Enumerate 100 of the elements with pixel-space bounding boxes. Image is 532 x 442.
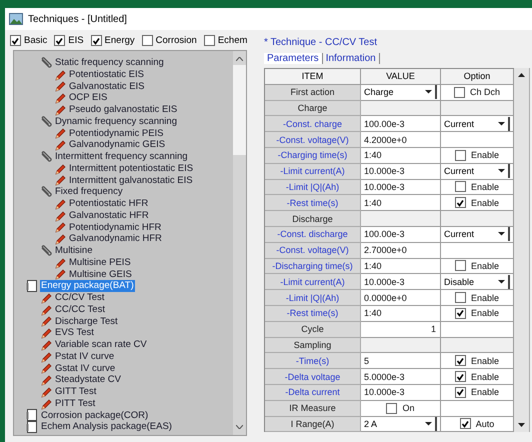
tree-item[interactable]: Potentiodynamic HFR — [68, 222, 162, 234]
tree-item[interactable]: Potentiostatic EIS — [68, 68, 145, 80]
checkbox[interactable] — [454, 371, 466, 382]
tree-item[interactable]: Multisine GEIS — [68, 268, 133, 280]
tree-item[interactable]: Galvanodynamic GEIS — [68, 139, 166, 151]
tree-item[interactable]: OCP EIS — [68, 92, 108, 104]
tree-item[interactable]: PITT Test — [54, 398, 96, 410]
checkbox[interactable] — [204, 35, 215, 46]
pencil-icon — [40, 304, 52, 316]
checkbox[interactable] — [454, 150, 466, 161]
tree-item[interactable]: Discharge Test — [54, 316, 119, 328]
checkbox[interactable] — [386, 402, 398, 414]
checkbox[interactable] — [454, 292, 466, 304]
value-text: 0.0000e+0 — [364, 292, 407, 303]
checkbox[interactable] — [454, 86, 465, 98]
checkbox[interactable] — [454, 355, 466, 366]
tree-item[interactable]: Dynamic frequency scanning — [54, 116, 178, 128]
checkbox-label: On — [402, 403, 414, 414]
option-dropdown[interactable]: Current — [444, 227, 510, 242]
tree-item[interactable]: Corrosion package(COR) — [40, 410, 150, 422]
parameter-label: -Delta current — [265, 384, 361, 401]
window-icon — [9, 13, 23, 25]
parameter-label: -Limit |Q|(Ah) — [265, 290, 361, 306]
tree-item[interactable]: Steadystate CV — [54, 374, 122, 386]
tree-item[interactable]: Galvanostatic EIS — [68, 80, 146, 92]
tree-item[interactable]: Echem Analysis package(EAS) — [40, 421, 173, 433]
tree-item[interactable]: Intermittent galvanostatic EIS — [68, 174, 194, 186]
tree-item[interactable]: Potentiodynamic PEIS — [68, 128, 165, 140]
pencil-icon — [40, 398, 52, 410]
paper-clip-icon — [40, 116, 52, 128]
checkbox[interactable] — [10, 35, 21, 46]
paper-clip-icon — [40, 150, 52, 163]
tree-item[interactable]: Pseudo galvanostatic EIS — [68, 104, 178, 116]
checkbox-label: Ch Dch — [470, 87, 500, 98]
pencil-icon — [40, 327, 52, 340]
tree-item[interactable]: Pstat IV curve — [54, 350, 116, 362]
checkbox-label: Enable — [470, 308, 500, 318]
tree-item[interactable]: Intermittent frequency scanning — [54, 151, 189, 163]
checkbox[interactable] — [460, 418, 471, 430]
scroll-bar[interactable] — [514, 68, 530, 432]
tree-item[interactable]: Galvanostatic HFR — [68, 210, 150, 222]
tree-item[interactable]: Multisine PEIS — [68, 256, 132, 268]
caret-icon — [498, 280, 505, 284]
pencil-icon — [54, 256, 66, 269]
tree-item[interactable]: Gstat IV curve — [54, 362, 116, 374]
tree-item[interactable]: Potentiostatic HFR — [68, 198, 150, 210]
pencil-icon — [40, 350, 52, 363]
value-dropdown[interactable]: 2 A — [364, 416, 437, 431]
value-text: 1 — [430, 324, 436, 334]
parameter-label: -Limit current(A) — [265, 164, 361, 180]
checkbox[interactable] — [90, 35, 102, 46]
checkbox[interactable] — [454, 181, 466, 192]
scroll-bar[interactable] — [233, 51, 246, 435]
tree-item[interactable]: Energy package(BAT) — [40, 280, 135, 292]
tree-item[interactable]: Static frequency scanning — [54, 57, 165, 69]
checkbox-label: Enable — [470, 260, 500, 271]
value-text: 5.0000e-3 — [364, 372, 405, 382]
checkbox-label: Corrosion — [156, 35, 197, 46]
tree-item[interactable]: CC/CV Test — [54, 292, 106, 304]
tree-item[interactable]: CC/CC Test — [54, 304, 106, 316]
checkbox-label: Echem — [218, 35, 248, 46]
check-mark-icon — [456, 198, 465, 207]
checkbox[interactable] — [454, 260, 466, 272]
check-mark-icon — [55, 36, 64, 44]
caret-icon — [425, 90, 432, 94]
checkbox-label: Enable — [470, 356, 500, 366]
checkbox[interactable] — [54, 35, 66, 46]
tree-item[interactable]: GITT Test — [54, 386, 98, 398]
parameter-label: First action — [265, 84, 361, 101]
parameter-label: -Const. charge — [265, 116, 361, 132]
tab[interactable]: Information — [322, 52, 380, 64]
tree-item[interactable]: Variable scan rate CV — [54, 339, 148, 351]
checkbox[interactable] — [454, 308, 466, 319]
value-text: 100.00e-3 — [364, 229, 405, 240]
value-dropdown[interactable]: Charge — [364, 85, 437, 100]
technique-title: * Technique - CC/CV Test — [264, 36, 378, 48]
scroll-up-icon[interactable] — [518, 73, 526, 77]
option-dropdown[interactable]: Current — [444, 164, 510, 178]
value-text: 10.000e-3 — [364, 166, 405, 176]
tree-item[interactable]: Galvanodynamic HFR — [68, 233, 163, 245]
tree-item[interactable]: Intermittent potentiostatic EIS — [68, 162, 194, 174]
pencil-icon — [40, 386, 52, 398]
parameter-label: -Limit |Q|(Ah) — [265, 180, 361, 196]
caret-icon — [498, 122, 505, 126]
scroll-thumb[interactable] — [233, 65, 246, 155]
parameter-label: Sampling — [265, 338, 361, 354]
scroll-down-icon[interactable] — [518, 423, 526, 428]
tree-item[interactable]: Multisine — [54, 245, 94, 257]
checkbox[interactable] — [142, 35, 153, 46]
pencil-icon — [40, 338, 52, 351]
tree-item[interactable]: EVS Test — [54, 327, 95, 339]
checkbox[interactable] — [454, 386, 466, 398]
value-text: 1:40 — [364, 198, 382, 208]
caret-icon — [498, 232, 505, 236]
checkbox[interactable] — [454, 197, 466, 208]
value-text: 2.7000e+0 — [364, 245, 407, 256]
tree-item[interactable]: Fixed frequency — [54, 186, 124, 198]
tab[interactable]: Parameters — [264, 52, 323, 64]
value-text: 100.00e-3 — [364, 118, 405, 129]
paper-clip-icon — [40, 244, 52, 257]
